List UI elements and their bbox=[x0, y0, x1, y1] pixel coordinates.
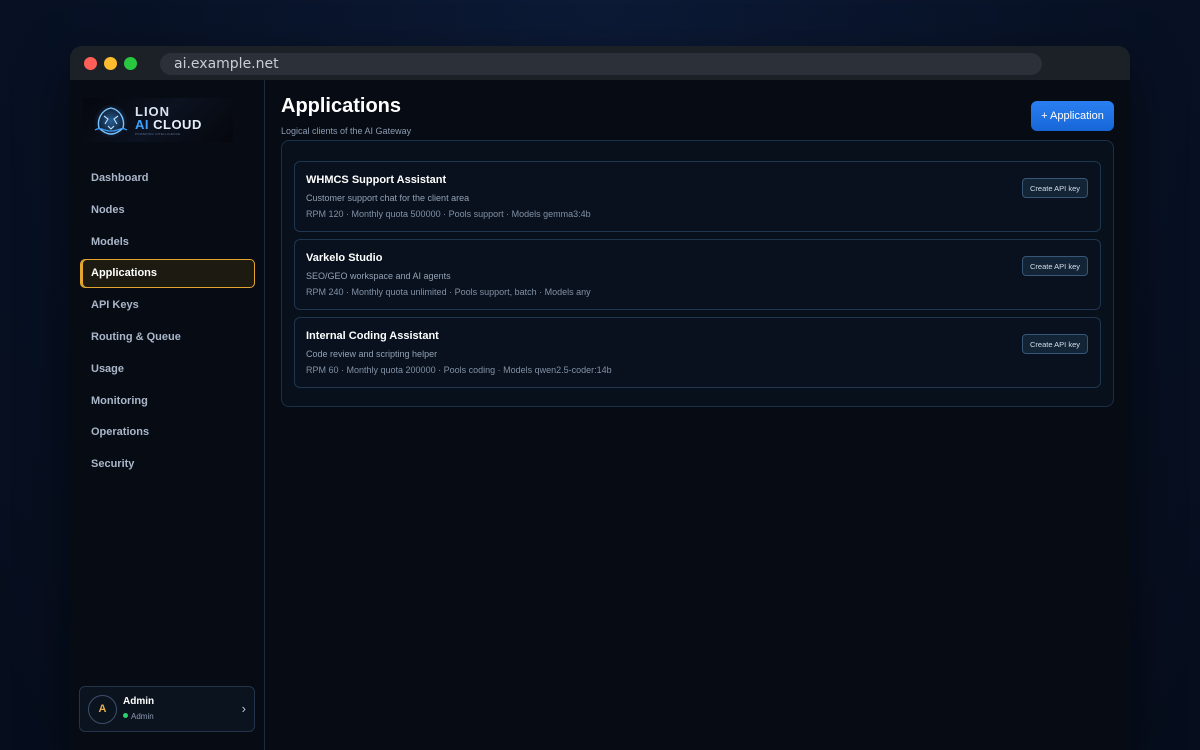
maximize-window-button[interactable] bbox=[124, 57, 137, 70]
sidebar-item-operations[interactable]: Operations bbox=[80, 418, 255, 447]
sidebar: LION AI CLOUD POWERING INTELLIGENCE Dash… bbox=[70, 80, 265, 750]
user-name: Admin bbox=[123, 696, 155, 707]
brand-tagline: POWERING INTELLIGENCE bbox=[135, 131, 181, 136]
sidebar-nav: Dashboard Nodes Models Applications API … bbox=[80, 164, 255, 482]
application-description: Customer support chat for the client are… bbox=[306, 193, 470, 203]
application-name: Internal Coding Assistant bbox=[306, 330, 439, 342]
browser-window: ai.example.net LION AI CLOUD POWERING IN… bbox=[70, 46, 1130, 750]
sidebar-item-security[interactable]: Security bbox=[80, 450, 255, 479]
close-window-button[interactable] bbox=[84, 57, 97, 70]
sidebar-item-monitoring[interactable]: Monitoring bbox=[80, 387, 255, 416]
user-menu-card[interactable]: A Admin Admin › bbox=[79, 686, 255, 732]
browser-titlebar: ai.example.net bbox=[70, 46, 1130, 80]
avatar: A bbox=[88, 695, 117, 724]
sidebar-item-usage[interactable]: Usage bbox=[80, 355, 255, 384]
application-meta: RPM 120 · Monthly quota 500000 · Pools s… bbox=[306, 209, 591, 219]
user-role-label: Admin bbox=[131, 712, 154, 721]
application-meta: RPM 60 · Monthly quota 200000 · Pools co… bbox=[306, 365, 612, 375]
online-status-icon bbox=[123, 713, 128, 718]
application-card: Internal Coding Assistant Code review an… bbox=[294, 317, 1101, 388]
page-title: Applications bbox=[281, 95, 402, 117]
sidebar-item-dashboard[interactable]: Dashboard bbox=[80, 164, 255, 193]
brand-cloud-text: CLOUD bbox=[149, 116, 202, 132]
brand-line-2: AI CLOUD bbox=[135, 118, 202, 131]
lion-logo-icon bbox=[94, 104, 128, 138]
sidebar-item-api-keys[interactable]: API Keys bbox=[80, 291, 255, 320]
address-bar[interactable]: ai.example.net bbox=[160, 53, 1042, 75]
create-api-key-button[interactable]: Create API key bbox=[1022, 334, 1088, 354]
create-api-key-button[interactable]: Create API key bbox=[1022, 178, 1088, 198]
page-subtitle: Logical clients of the AI Gateway bbox=[281, 126, 412, 136]
sidebar-item-nodes[interactable]: Nodes bbox=[80, 196, 255, 225]
application-card: WHMCS Support Assistant Customer support… bbox=[294, 161, 1101, 232]
create-api-key-button[interactable]: Create API key bbox=[1022, 256, 1088, 276]
application-name: Varkelo Studio bbox=[306, 252, 383, 264]
sidebar-item-routing-queue[interactable]: Routing & Queue bbox=[80, 323, 255, 352]
brand-wordmark: LION AI CLOUD POWERING INTELLIGENCE bbox=[135, 105, 202, 136]
application-description: Code review and scripting helper bbox=[306, 349, 438, 359]
sidebar-item-applications[interactable]: Applications bbox=[80, 259, 255, 289]
application-card: Varkelo Studio SEO/GEO workspace and AI … bbox=[294, 239, 1101, 310]
application-name: WHMCS Support Assistant bbox=[306, 174, 447, 186]
add-application-button[interactable]: + Application bbox=[1031, 101, 1114, 131]
main-content: Applications Logical clients of the AI G… bbox=[265, 80, 1130, 750]
user-role: Admin bbox=[123, 712, 154, 721]
application-description: SEO/GEO workspace and AI agents bbox=[306, 271, 451, 281]
app-shell: LION AI CLOUD POWERING INTELLIGENCE Dash… bbox=[70, 80, 1130, 750]
application-meta: RPM 240 · Monthly quota unlimited · Pool… bbox=[306, 287, 591, 297]
chevron-right-icon: › bbox=[241, 701, 246, 716]
sidebar-item-models[interactable]: Models bbox=[80, 228, 255, 257]
applications-panel: WHMCS Support Assistant Customer support… bbox=[281, 140, 1114, 407]
minimize-window-button[interactable] bbox=[104, 57, 117, 70]
brand-logo[interactable]: LION AI CLOUD POWERING INTELLIGENCE bbox=[83, 98, 233, 142]
brand-ai-text: AI bbox=[135, 116, 149, 132]
